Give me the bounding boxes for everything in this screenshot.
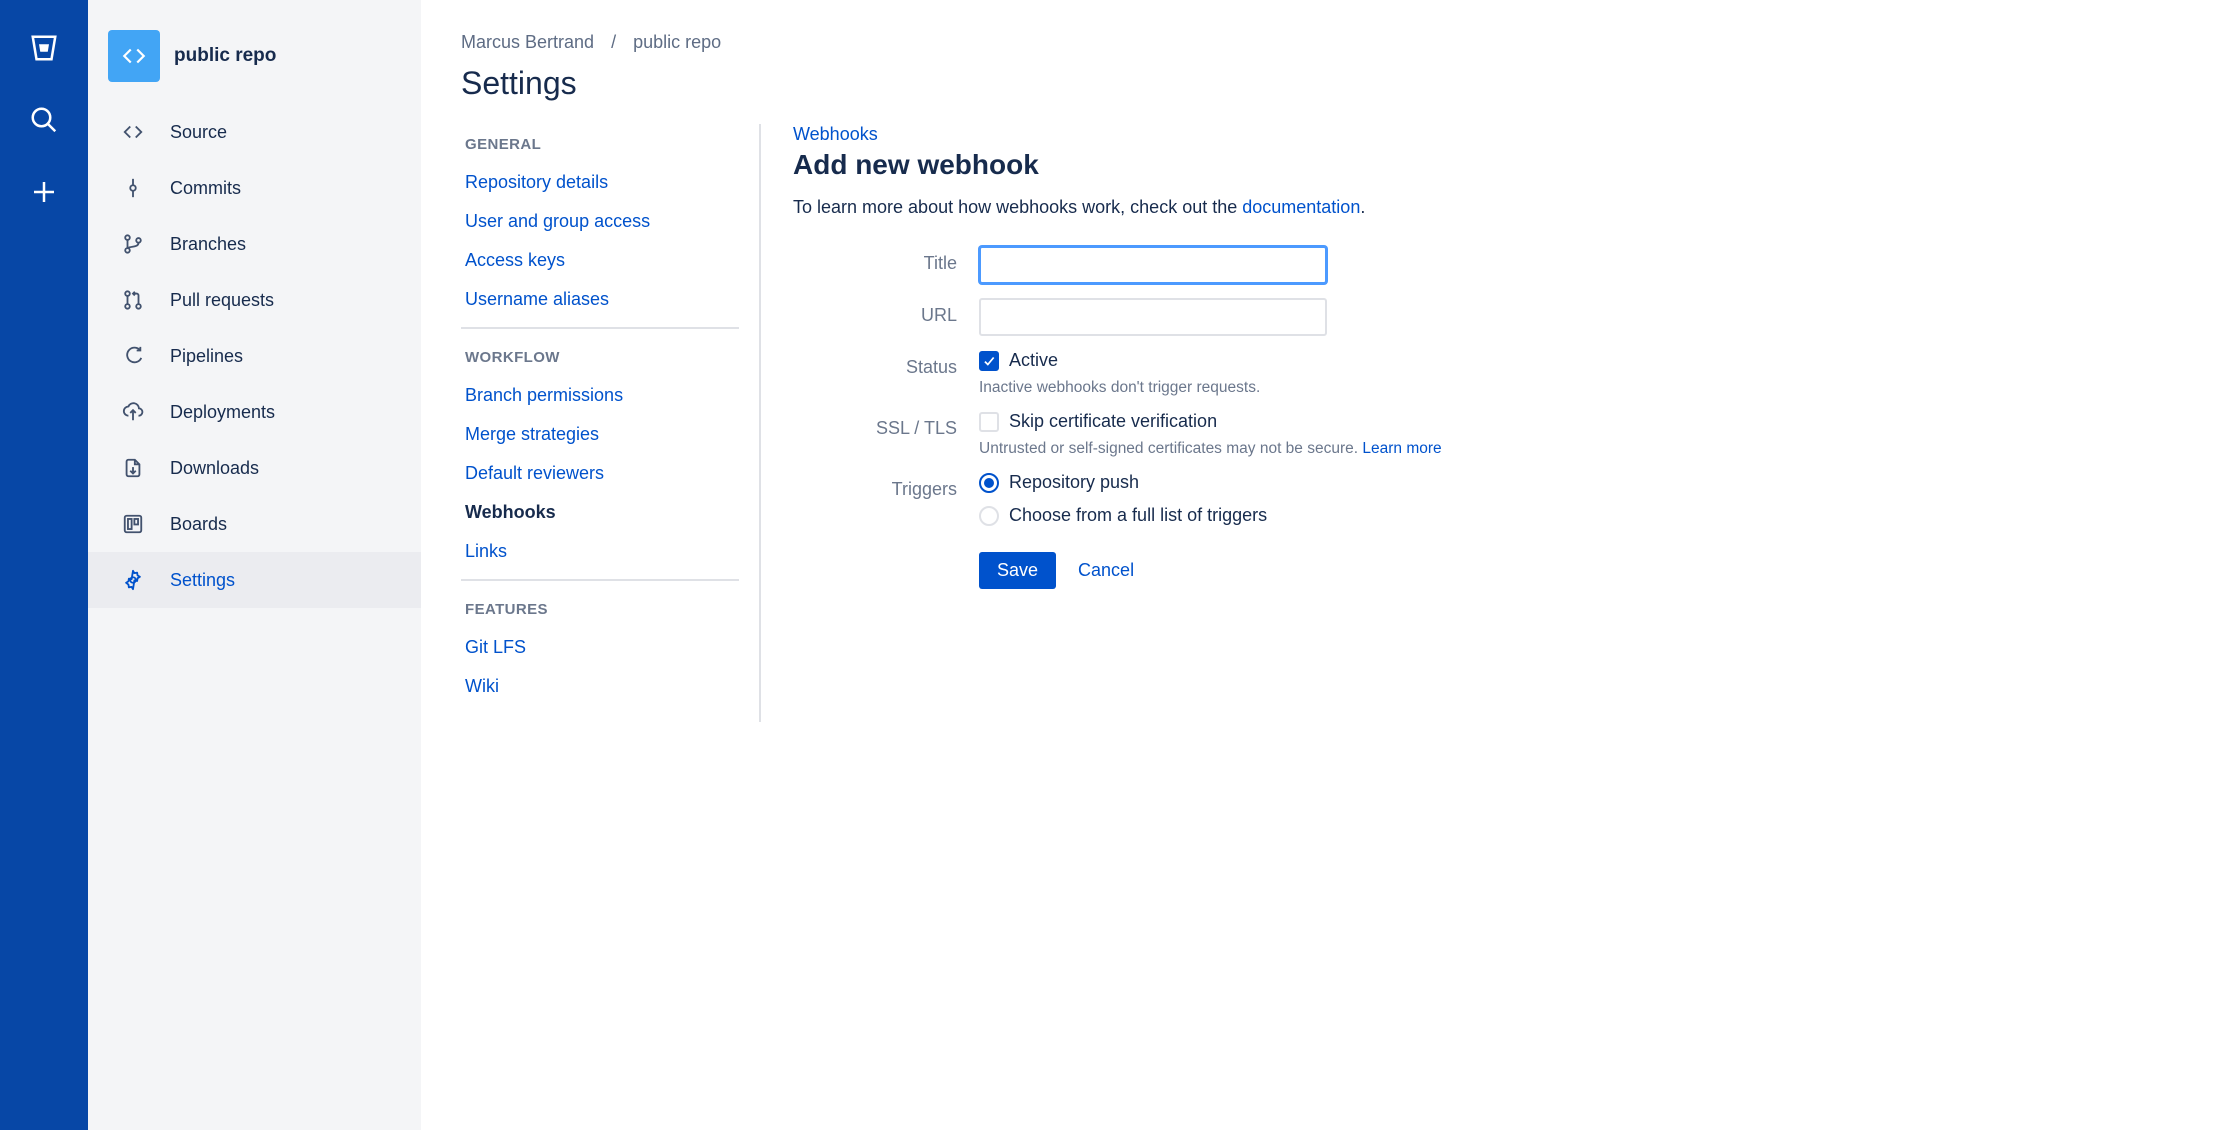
nav-label: Pipelines <box>170 346 243 367</box>
sn-access-keys[interactable]: Access keys <box>461 241 739 280</box>
repo-nav: Source Commits Branches Pull requests Pi… <box>88 104 421 608</box>
sn-git-lfs[interactable]: Git LFS <box>461 628 739 667</box>
nav-pull-requests[interactable]: Pull requests <box>88 272 421 328</box>
radio-repo-push[interactable]: Repository push <box>979 472 1581 493</box>
repo-name: public repo <box>174 45 276 67</box>
cancel-button[interactable]: Cancel <box>1078 560 1134 581</box>
settings-nav: General Repository details User and grou… <box>461 124 761 722</box>
repo-sidebar: public repo Source Commits Branches Pull… <box>88 0 421 1130</box>
radio-full-list[interactable]: Choose from a full list of triggers <box>979 505 1581 526</box>
sn-head-general: General <box>461 124 739 163</box>
sn-username-aliases[interactable]: Username aliases <box>461 280 739 319</box>
nav-label: Source <box>170 122 227 143</box>
radio-icon <box>979 506 999 526</box>
nav-label: Deployments <box>170 402 275 423</box>
form-desc: To learn more about how webhooks work, c… <box>793 197 1581 218</box>
nav-boards[interactable]: Boards <box>88 496 421 552</box>
label-title: Title <box>793 246 979 274</box>
sn-head-workflow: Workflow <box>461 337 739 376</box>
main-content: Marcus Bertrand / public repo Settings G… <box>421 0 2240 1130</box>
checkbox-active-label: Active <box>1009 350 1058 371</box>
label-url: URL <box>793 298 979 326</box>
breadcrumb: Marcus Bertrand / public repo <box>461 32 2200 53</box>
form-title: Add new webhook <box>793 149 1581 181</box>
radio-full-list-label: Choose from a full list of triggers <box>1009 505 1267 526</box>
repo-header: public repo <box>88 24 421 104</box>
sn-links[interactable]: Links <box>461 532 739 571</box>
nav-branches[interactable]: Branches <box>88 216 421 272</box>
breadcrumb-repo[interactable]: public repo <box>633 32 721 52</box>
breadcrumb-owner[interactable]: Marcus Bertrand <box>461 32 594 52</box>
sn-head-features: Features <box>461 589 739 628</box>
global-rail <box>0 0 88 1130</box>
nav-label: Commits <box>170 178 241 199</box>
nav-deployments[interactable]: Deployments <box>88 384 421 440</box>
nav-pipelines[interactable]: Pipelines <box>88 328 421 384</box>
create-icon[interactable] <box>26 174 62 210</box>
radio-icon <box>979 473 999 493</box>
documentation-link[interactable]: documentation <box>1242 197 1360 217</box>
radio-repo-push-label: Repository push <box>1009 472 1139 493</box>
ssl-help: Untrusted or self-signed certificates ma… <box>979 440 1581 458</box>
input-title[interactable] <box>979 246 1327 284</box>
sn-wiki[interactable]: Wiki <box>461 667 739 706</box>
sn-default-reviewers[interactable]: Default reviewers <box>461 454 739 493</box>
checkbox-active[interactable] <box>979 351 999 371</box>
page-title: Settings <box>461 65 2200 102</box>
input-url[interactable] <box>979 298 1327 336</box>
nav-settings[interactable]: Settings <box>88 552 421 608</box>
nav-label: Downloads <box>170 458 259 479</box>
webhook-form: Webhooks Add new webhook To learn more a… <box>761 124 1581 722</box>
search-icon[interactable] <box>26 102 62 138</box>
nav-commits[interactable]: Commits <box>88 160 421 216</box>
code-icon <box>108 30 160 82</box>
logo-icon[interactable] <box>26 30 62 66</box>
nav-label: Settings <box>170 570 235 591</box>
checkbox-skip-ssl[interactable] <box>979 412 999 432</box>
sn-repository-details[interactable]: Repository details <box>461 163 739 202</box>
breadcrumb-sep: / <box>611 32 616 52</box>
sn-user-group-access[interactable]: User and group access <box>461 202 739 241</box>
label-triggers: Triggers <box>793 472 979 500</box>
form-crumb-webhooks[interactable]: Webhooks <box>793 124 878 145</box>
sn-merge-strategies[interactable]: Merge strategies <box>461 415 739 454</box>
nav-label: Pull requests <box>170 290 274 311</box>
nav-label: Branches <box>170 234 246 255</box>
sn-webhooks[interactable]: Webhooks <box>461 493 739 532</box>
save-button[interactable]: Save <box>979 552 1056 589</box>
checkbox-skip-ssl-label: Skip certificate verification <box>1009 411 1217 432</box>
nav-source[interactable]: Source <box>88 104 421 160</box>
sn-branch-permissions[interactable]: Branch permissions <box>461 376 739 415</box>
label-ssl: SSL / TLS <box>793 411 979 439</box>
nav-downloads[interactable]: Downloads <box>88 440 421 496</box>
nav-label: Boards <box>170 514 227 535</box>
label-status: Status <box>793 350 979 378</box>
status-help: Inactive webhooks don't trigger requests… <box>979 379 1581 397</box>
learn-more-link[interactable]: Learn more <box>1362 440 1441 457</box>
